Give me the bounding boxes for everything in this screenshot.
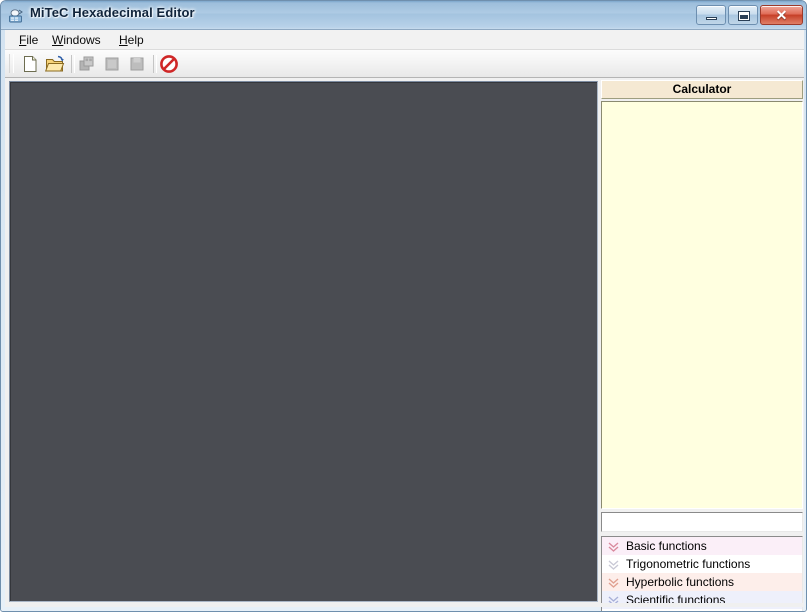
calculator-header: Calculator xyxy=(601,80,803,99)
toolbar xyxy=(5,50,804,78)
double-chevron-down-icon xyxy=(607,558,620,571)
calculator-input[interactable] xyxy=(601,512,803,532)
toolbar-separator-1 xyxy=(71,55,75,73)
function-group-label: Basic functions xyxy=(626,539,707,553)
toolbar-separator-2 xyxy=(153,55,157,73)
maximize-button[interactable] xyxy=(728,5,758,25)
toolbar-grip[interactable] xyxy=(9,54,14,73)
save-button[interactable] xyxy=(126,53,148,75)
minimize-icon xyxy=(706,17,717,20)
double-chevron-down-icon xyxy=(607,540,620,553)
menu-item-windows[interactable]: Windows xyxy=(46,32,107,48)
open-file-button[interactable] xyxy=(44,53,66,75)
application-window: MiTeC Hexadecimal Editor ✕ File Windows … xyxy=(0,0,807,612)
bottom-strip xyxy=(5,603,804,607)
window-controls: ✕ xyxy=(696,5,803,26)
menu-bar: File Windows Help xyxy=(5,30,804,50)
window-title: MiTeC Hexadecimal Editor xyxy=(30,5,195,20)
calculator-display[interactable] xyxy=(601,101,803,509)
close-icon: ✕ xyxy=(775,7,788,23)
calculator-function-list[interactable]: Basic functions Trigonometric functions xyxy=(601,536,803,611)
title-bar[interactable]: MiTeC Hexadecimal Editor ✕ xyxy=(1,1,806,30)
function-group-basic-functions[interactable]: Basic functions xyxy=(602,537,802,555)
maximize-icon-inner xyxy=(740,15,748,19)
close-button[interactable]: ✕ xyxy=(760,5,803,25)
mdi-client-area[interactable] xyxy=(9,81,598,602)
hex-editor-app-icon xyxy=(8,8,24,24)
calculator-panel: Calculator Basic functions Trigonometric… xyxy=(601,80,803,611)
function-group-label: Hyperbolic functions xyxy=(626,575,735,589)
menu-item-help[interactable]: Help xyxy=(113,32,150,48)
close-file-button[interactable] xyxy=(158,53,180,75)
new-file-button[interactable] xyxy=(19,53,41,75)
paste-button[interactable] xyxy=(101,53,123,75)
double-chevron-down-icon xyxy=(607,576,620,589)
copy-button[interactable] xyxy=(76,53,98,75)
window-client-area: File Windows Help Calculator Basic funct… xyxy=(5,30,804,611)
function-group-hyperbolic-functions[interactable]: Hyperbolic functions xyxy=(602,573,802,591)
function-group-label: Trigonometric functions xyxy=(626,557,751,571)
function-group-trigonometric-functions[interactable]: Trigonometric functions xyxy=(602,555,802,573)
minimize-button[interactable] xyxy=(696,5,726,25)
menu-item-file[interactable]: File xyxy=(13,32,44,48)
